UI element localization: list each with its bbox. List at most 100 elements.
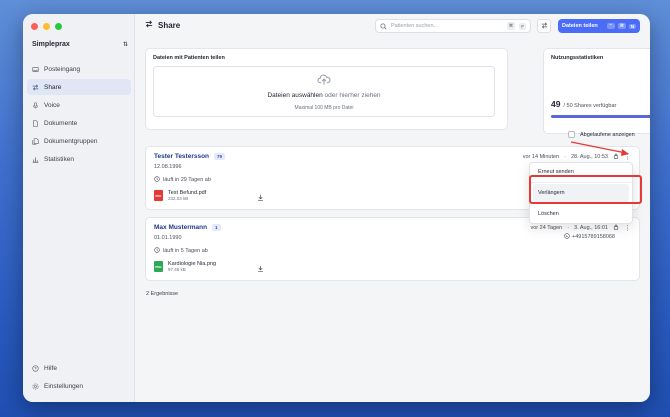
sidebar-item-dokumentgruppen[interactable]: Dokumentgruppen [27,133,131,149]
page-title: Share [145,20,180,30]
patient-contact: +4915789158068 [564,233,615,241]
bar-chart-icon [32,156,39,163]
dropzone-text: Dateien auswählen oder hierher ziehen [154,92,494,99]
share-expiry: läuft in 29 Tagen ab [154,176,211,184]
patient-name-text: Max Mustermann [154,224,208,231]
download-icon[interactable] [257,265,264,274]
sidebar-item-label: Hilfe [44,364,58,372]
clock-icon [154,247,160,255]
file-dropzone[interactable]: Dateien auswählen oder hierher ziehen Ma… [153,66,495,117]
sidebar-item-dokumente[interactable]: Dokumente [27,115,131,131]
chevron-up-down-icon: ⇅ [122,42,128,48]
sidebar-item-statistiken[interactable]: Statistiken [27,151,131,167]
share-count-badge: 1 [212,224,221,231]
sidebar-item-hilfe[interactable]: Hilfe [27,360,131,376]
settings-icon [32,382,39,390]
search-input[interactable]: Patienten suchen... [391,23,503,29]
document-group-icon [32,137,39,145]
kbd-key: N [628,23,636,29]
file-size: 97.46 kB [168,267,186,272]
share-time-ago: vor 24 Tagen [530,225,563,231]
share-button-label: Dateien teilen [562,23,598,29]
stats-count: 49 / 50 Shares verfügbar [551,99,616,109]
select-files-link[interactable]: Dateien auswählen [267,92,322,99]
share-time-ago: vor 14 Minuten [522,154,560,160]
share-files-button[interactable]: Dateien teilen ⌃ ⌘ N [558,19,640,33]
clock-icon [154,176,160,184]
share-row[interactable]: Max Mustermann 1 01.01.1990 läuft in 5 T… [145,217,640,281]
usage-stats-card: Nutzungsstatistiken 49 / 50 Shares verfü… [543,48,650,134]
kbd-key: ⌘ [506,22,516,30]
sidebar-item-label: Dokumente [44,119,78,127]
stats-title: Nutzungsstatistiken [551,55,604,61]
share-arrows-icon [145,20,153,30]
minimize-window-button[interactable] [43,23,50,30]
maximize-window-button[interactable] [55,23,62,30]
kbd-key: ⌃ [606,23,615,29]
patient-name-text: Tester Testersson [154,153,210,160]
kbd-key: F [519,22,526,30]
sidebar-item-label: Statistiken [44,155,74,163]
sidebar: Simpleprax ⇅ Posteingang Share Voice Dok… [23,14,135,402]
document-icon [32,119,39,127]
file-size: 232.03 kB [168,196,189,201]
usage-progress-fill [551,115,650,118]
stats-available: / 50 Shares verfügbar [563,103,617,109]
kbd-key: ⌘ [617,23,626,29]
share-expiry-text: läuft in 29 Tagen ab [163,177,211,183]
inbox-icon [32,66,39,73]
patient-dob: 01.01.1990 [154,235,182,241]
help-icon [32,364,39,372]
usage-progress-bar [551,115,650,118]
share-count-badge: 79 [214,153,226,160]
org-switcher[interactable]: Simpleprax ⇅ [32,41,128,48]
microphone-icon [32,101,39,109]
separator-dot: · [564,154,566,160]
patient-name[interactable]: Tester Testersson 79 [154,153,226,160]
main-content: Share Patienten suchen... ⌘ F Dateien te… [136,14,650,402]
show-expired-checkbox[interactable] [568,131,575,138]
dropzone-or-text: oder hierher ziehen [322,92,381,99]
image-file-icon: PNG [154,261,163,272]
pdf-file-icon: PDF [154,190,163,201]
org-name: Simpleprax [32,41,70,48]
patient-name[interactable]: Max Mustermann 1 [154,224,221,231]
search-icon [380,17,387,35]
app-window: Simpleprax ⇅ Posteingang Share Voice Dok… [23,14,650,402]
results-count: 2 Ergebnisse [146,291,179,297]
upload-card: Dateien mit Patienten teilen Dateien aus… [145,48,508,130]
more-options-icon[interactable]: ⋮ [624,224,631,232]
patient-phone: +4915789158068 [572,234,615,240]
download-icon[interactable] [257,194,264,203]
sidebar-item-label: Share [44,83,62,91]
page-title-text: Share [158,20,181,30]
share-expiry: läuft in 5 Tagen ab [154,247,208,255]
shared-file[interactable]: PNG Kardiologie Nia.png 97.46 kB [154,261,216,272]
sidebar-bottom: Hilfe Einstellungen [27,360,131,396]
swap-arrows-icon [541,21,548,31]
share-meta: vor 24 Tagen · 3. Aug., 16:01 ⋮ [530,224,631,232]
whatsapp-icon [564,233,570,241]
sidebar-item-voice[interactable]: Voice [27,97,131,113]
sidebar-item-share[interactable]: Share [27,79,131,95]
sidebar-item-posteingang[interactable]: Posteingang [27,61,131,77]
dropzone-limit-text: Maximal 100 MB pro Datei [294,105,354,111]
show-expired-filter[interactable]: Abgelaufene anzeigen [568,131,635,138]
separator-dot: · [567,225,570,231]
sidebar-item-label: Einstellungen [44,382,84,390]
sync-button[interactable] [537,19,551,33]
close-window-button[interactable] [31,23,38,30]
stats-used: 49 [551,99,561,109]
shared-file[interactable]: PDF Test Befund.pdf 232.03 kB [154,190,206,201]
sidebar-item-label: Dokumentgruppen [44,137,98,145]
menu-item-delete[interactable]: Löschen [530,205,632,223]
share-expiry-text: läuft in 5 Tagen ab [163,248,208,254]
sidebar-nav: Posteingang Share Voice Dokumente Dokume… [27,61,131,169]
sidebar-item-label: Posteingang [44,65,81,73]
annotation-highlight-box [529,175,642,204]
sidebar-item-einstellungen[interactable]: Einstellungen [27,378,131,394]
window-controls [31,23,62,30]
patient-search[interactable]: Patienten suchen... ⌘ F [375,19,531,33]
patient-dob: 12.08.1996 [154,164,182,170]
lock-icon [613,224,619,232]
